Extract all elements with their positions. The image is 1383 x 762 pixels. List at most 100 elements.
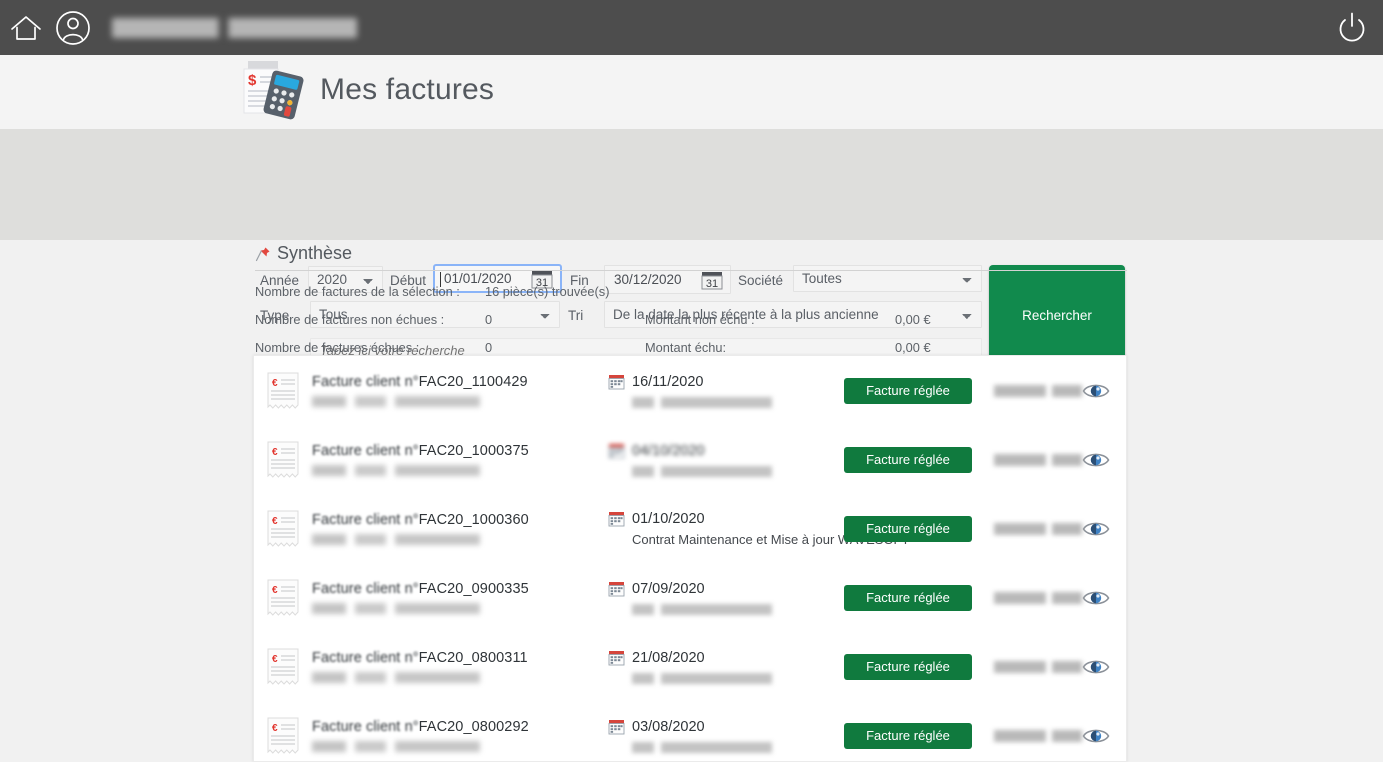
invoice-date-column: 01/10/2020 Contrat Maintenance et Mise à… bbox=[608, 510, 909, 547]
invoice-date-column: 07/09/2020 bbox=[608, 580, 844, 615]
invoice-identity: Facture client n°FAC20_0900335 bbox=[312, 581, 608, 614]
calendar-icon bbox=[608, 442, 625, 459]
row-actions: A PDF bbox=[1082, 653, 1126, 681]
page-title-group: $ Mes factures bbox=[240, 59, 494, 121]
invoice-number: Facture client n°FAC20_0900335 bbox=[312, 581, 529, 597]
invoice-amount bbox=[994, 522, 1082, 535]
invoice-date-column: 04/10/2020 bbox=[608, 442, 844, 477]
synthese-row: Nombre de factures échues : 0 Montant éc… bbox=[255, 340, 1127, 355]
invoice-list-panel: € Facture client n°FAC20_1100429 16/11/2… bbox=[253, 355, 1127, 762]
invoice-client-name bbox=[312, 465, 480, 476]
svg-text:€: € bbox=[272, 516, 278, 527]
invoice-amount bbox=[994, 729, 1082, 742]
invoice-date-line: 21/08/2020 bbox=[608, 649, 844, 666]
invoice-client-name bbox=[312, 741, 480, 752]
pushpin-icon bbox=[255, 246, 271, 262]
invoice-row[interactable]: € Facture client n°FAC20_1000375 04/10/2… bbox=[254, 425, 1126, 494]
status-badge: Facture réglée bbox=[844, 446, 972, 473]
calendar-icon bbox=[608, 580, 625, 597]
synthese-value2: 0,00 € bbox=[895, 340, 931, 355]
synthese-label2: Montant échu: bbox=[645, 340, 727, 355]
synthese-value: 16 pièce(s) trouvée(s) bbox=[485, 284, 610, 299]
filter-toolbar: Année 2020 Début 01/01/2020 31 Fin 30/12… bbox=[0, 129, 1383, 366]
invoice-date-line: 16/11/2020 bbox=[608, 373, 844, 390]
eye-view-icon[interactable] bbox=[1082, 726, 1110, 746]
synthese-value: 0 bbox=[485, 340, 493, 355]
invoice-identity: Facture client n°FAC20_1000360 bbox=[312, 512, 608, 545]
invoice-document-icon: € bbox=[266, 717, 300, 755]
invoice-client-name bbox=[312, 672, 480, 683]
invoice-date-line: 04/10/2020 bbox=[608, 442, 844, 459]
synthese-row: Nombre de factures non échues : 0 Montan… bbox=[255, 312, 1127, 327]
invoice-row[interactable]: € Facture client n°FAC20_0800311 21/08/2… bbox=[254, 632, 1126, 701]
invoice-date-column: 03/08/2020 bbox=[608, 718, 844, 753]
status-badge: Facture réglée bbox=[844, 377, 972, 404]
home-icon[interactable] bbox=[8, 10, 44, 46]
invoice-date-column: 21/08/2020 bbox=[608, 649, 844, 684]
synthese-row: Nombre de factures de la sélection : 16 … bbox=[255, 284, 1127, 299]
username-label bbox=[112, 17, 357, 38]
invoice-number: Facture client n°FAC20_0800292 bbox=[312, 719, 529, 735]
calendar-icon bbox=[608, 510, 625, 527]
invoice-amount bbox=[994, 660, 1082, 673]
invoice-date-line: 03/08/2020 bbox=[608, 718, 844, 735]
power-logout-icon[interactable] bbox=[1333, 9, 1371, 47]
eye-view-icon[interactable] bbox=[1082, 519, 1110, 539]
invoice-date-line: 01/10/2020 bbox=[608, 510, 844, 527]
invoice-identity: Facture client n°FAC20_0800292 bbox=[312, 719, 608, 752]
invoice-client-name bbox=[312, 396, 480, 407]
calendar-icon bbox=[608, 373, 625, 390]
svg-text:€: € bbox=[272, 378, 278, 389]
invoice-date: 03/08/2020 bbox=[632, 718, 705, 735]
user-avatar-icon[interactable] bbox=[54, 9, 92, 47]
svg-text:$: $ bbox=[248, 72, 257, 89]
invoice-row[interactable]: € Facture client n°FAC20_1100429 16/11/2… bbox=[254, 356, 1126, 425]
invoice-row[interactable]: € Facture client n°FAC20_0900335 07/09/2… bbox=[254, 563, 1126, 632]
row-actions: A PDF bbox=[1082, 584, 1126, 612]
invoice-number: Facture client n°FAC20_0800311 bbox=[312, 650, 528, 666]
invoice-amount bbox=[994, 453, 1082, 466]
row-actions: A PDF bbox=[1082, 515, 1126, 543]
invoice-number: Facture client n°FAC20_1000360 bbox=[312, 512, 529, 528]
invoice-amount bbox=[994, 591, 1082, 604]
invoice-identity: Facture client n°FAC20_1100429 bbox=[312, 374, 608, 407]
invoice-client-name bbox=[312, 603, 480, 614]
invoice-calculator-icon: $ bbox=[240, 59, 306, 121]
svg-text:€: € bbox=[272, 723, 278, 734]
invoice-client-name bbox=[312, 534, 480, 545]
invoice-number: Facture client n°FAC20_1000375 bbox=[312, 443, 529, 459]
synthese-header: Synthèse bbox=[255, 243, 1127, 271]
invoice-description bbox=[632, 397, 772, 408]
eye-view-icon[interactable] bbox=[1082, 450, 1110, 470]
eye-view-icon[interactable] bbox=[1082, 588, 1110, 608]
invoice-row[interactable]: € Facture client n°FAC20_1000360 01/10/2… bbox=[254, 494, 1126, 563]
invoice-date: 07/09/2020 bbox=[632, 580, 705, 597]
status-badge: Facture réglée bbox=[844, 584, 972, 611]
row-actions: A PDF bbox=[1082, 446, 1126, 474]
invoice-date: 04/10/2020 bbox=[632, 442, 705, 459]
invoice-date-line: 07/09/2020 bbox=[608, 580, 844, 597]
invoice-document-icon: € bbox=[266, 510, 300, 548]
invoice-identity: Facture client n°FAC20_0800311 bbox=[312, 650, 608, 683]
svg-text:€: € bbox=[272, 654, 278, 665]
invoice-row[interactable]: € Facture client n°FAC20_0800292 03/08/2… bbox=[254, 701, 1126, 761]
synthese-label2 bbox=[645, 284, 895, 299]
synthese-value2: 0,00 € bbox=[895, 312, 931, 327]
synthese-label: Nombre de factures non échues : bbox=[255, 312, 445, 327]
synthese-title: Synthèse bbox=[277, 243, 353, 263]
invoice-identity: Facture client n°FAC20_1000375 bbox=[312, 443, 608, 476]
synthese-section: Synthèse Nombre de factures de la sélect… bbox=[255, 243, 1127, 355]
invoice-number: Facture client n°FAC20_1100429 bbox=[312, 374, 528, 390]
invoice-description bbox=[632, 604, 772, 615]
eye-view-icon[interactable] bbox=[1082, 657, 1110, 677]
invoice-document-icon: € bbox=[266, 648, 300, 686]
eye-view-icon[interactable] bbox=[1082, 381, 1110, 401]
svg-text:€: € bbox=[272, 447, 278, 458]
page-header-area: $ Mes factures bbox=[0, 55, 1383, 129]
row-actions: A PDF bbox=[1082, 377, 1126, 405]
status-badge: Facture réglée bbox=[844, 722, 972, 749]
calendar-icon bbox=[608, 649, 625, 666]
invoice-document-icon: € bbox=[266, 579, 300, 617]
invoice-date: 01/10/2020 bbox=[632, 510, 705, 527]
synthese-label: Nombre de factures de la sélection : bbox=[255, 284, 460, 299]
